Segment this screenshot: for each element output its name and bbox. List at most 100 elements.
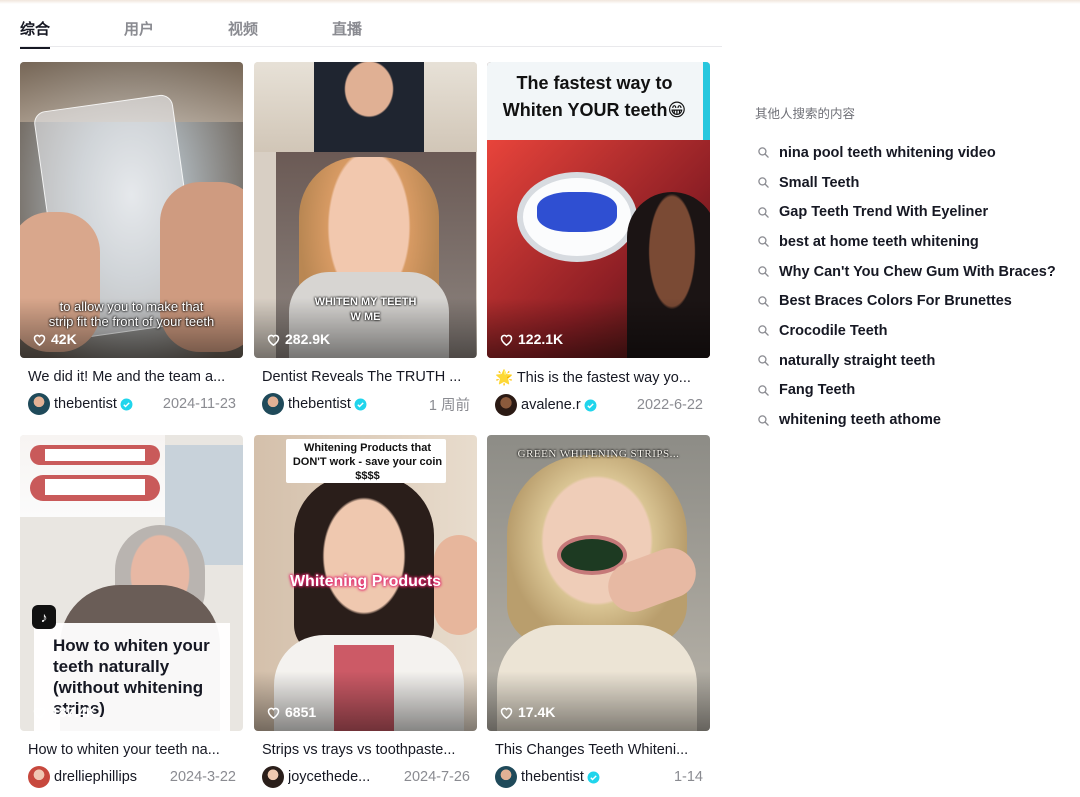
related-search-label: Crocodile Teeth (779, 322, 888, 339)
video-thumbnail[interactable]: WHITEN MY TEETH W ME 282.9K (254, 62, 477, 358)
video-title[interactable]: Strips vs trays vs toothpaste... (262, 742, 472, 758)
video-meta: thebentist 2024-11-23 (28, 393, 236, 415)
video-card[interactable]: to allow you to make that strip fit the … (20, 62, 243, 415)
avatar[interactable] (28, 766, 50, 788)
video-meta: thebentist 1-14 (495, 766, 703, 788)
video-card[interactable]: The fastest way to Whiten YOUR teeth😁 12… (487, 62, 710, 416)
video-caption: GREEN WHITENING STRIPS... (517, 448, 680, 460)
related-search-item[interactable]: naturally straight teeth (757, 346, 1077, 376)
video-title[interactable]: Dentist Reveals The TRUTH ... (262, 369, 472, 385)
related-search-item[interactable]: Small Teeth (757, 168, 1077, 198)
username[interactable]: drelliephillips (54, 769, 137, 785)
video-card[interactable]: ♪ How to whiten your teeth naturally (wi… (20, 435, 243, 788)
search-icon (758, 266, 769, 277)
likes-count: 17.4K (499, 704, 555, 720)
likes-count: 187.4K (32, 704, 96, 720)
tab-live[interactable]: 直播 (332, 18, 362, 39)
likes-value: 122.1K (518, 331, 564, 347)
video-title[interactable]: 🌟 This is the fastest way yo... (495, 369, 705, 386)
search-icon (758, 206, 769, 218)
video-caption: WHITEN MY TEETH W ME (314, 296, 417, 323)
username[interactable]: thebentist (521, 769, 584, 785)
search-icon (758, 355, 769, 366)
related-search-item[interactable]: Why Can't You Chew Gum With Braces? (757, 257, 1077, 287)
video-card[interactable]: WHITEN MY TEETH W ME 282.9K Dentist Reve… (254, 62, 477, 415)
related-search-label: naturally straight teeth (779, 352, 936, 369)
post-date: 2024-11-23 (162, 396, 236, 412)
likes-value: 6851 (285, 704, 317, 720)
video-thumbnail[interactable]: GREEN WHITENING STRIPS... 17.4K (487, 435, 710, 731)
verified-badge-icon (120, 398, 133, 410)
tab-comprehensive[interactable]: 综合 (20, 18, 51, 49)
username[interactable]: avalene.r (521, 397, 581, 413)
video-thumbnail[interactable]: ♪ How to whiten your teeth naturally (wi… (20, 435, 243, 731)
search-icon (758, 236, 769, 248)
avatar[interactable] (262, 393, 284, 415)
likes-count: 6851 (266, 704, 316, 720)
avatar[interactable] (495, 766, 517, 788)
video-title[interactable]: How to whiten your teeth na... (28, 742, 238, 758)
likes-value: 42K (51, 331, 77, 347)
likes-value: 282.9K (285, 331, 331, 347)
likes-count: 282.9K (266, 331, 330, 347)
related-search-item[interactable]: Crocodile Teeth (757, 316, 1077, 346)
tab-videos[interactable]: 视频 (228, 18, 258, 39)
heart-outline-icon (267, 334, 280, 346)
video-meta: joycethede... 2024-7-26 (262, 766, 470, 788)
related-search-item[interactable]: nina pool teeth whitening video (757, 138, 1077, 168)
video-thumbnail[interactable]: to allow you to make that strip fit the … (20, 62, 243, 358)
video-thumbnail[interactable]: The fastest way to Whiten YOUR teeth😁 12… (487, 62, 710, 358)
video-caption: Whitening Products that DON'T work - sav… (292, 442, 443, 482)
heart-outline-icon (500, 707, 513, 719)
video-title[interactable]: We did it! Me and the team a... (28, 369, 238, 385)
video-meta: drelliephillips 2024-3-22 (28, 766, 236, 788)
heart-outline-icon (500, 334, 513, 346)
search-icon (758, 296, 769, 307)
likes-count: 42K (32, 331, 77, 347)
related-search-label: Small Teeth (779, 174, 860, 191)
thumbnail-shade (487, 298, 710, 358)
related-search-item[interactable]: best at home teeth whitening (757, 227, 1077, 257)
verified-badge-icon (587, 771, 600, 783)
thumbnail-shade (254, 671, 477, 731)
related-search-item[interactable]: Best Braces Colors For Brunettes (757, 286, 1077, 316)
related-search-item[interactable]: whitening teeth athome (757, 405, 1077, 435)
post-date: 1 周前 (428, 397, 470, 414)
related-search-label: Why Can't You Chew Gum With Braces? (779, 263, 1056, 280)
avatar[interactable] (495, 394, 517, 416)
search-icon (758, 177, 769, 188)
video-caption: The fastest way to Whiten YOUR teeth😁 (502, 73, 687, 120)
video-caption: to allow you to make that strip fit the … (48, 299, 215, 329)
username[interactable]: thebentist (288, 396, 351, 412)
username[interactable]: joycethede... (288, 769, 370, 785)
related-search-label: whitening teeth athome (779, 412, 941, 429)
video-card[interactable]: GREEN WHITENING STRIPS... 17.4K This Cha… (487, 435, 710, 788)
username[interactable]: thebentist (54, 396, 117, 412)
tiktok-logo-icon: ♪ (32, 605, 56, 629)
search-icon (758, 414, 769, 426)
video-meta: thebentist 1 周前 (262, 393, 470, 415)
post-date: 2024-3-22 (169, 769, 236, 785)
video-title[interactable]: This Changes Teeth Whiteni... (495, 742, 705, 758)
video-meta: avalene.r 2022-6-22 (495, 394, 703, 416)
thumbnail-shade (487, 671, 710, 731)
verified-badge-icon (584, 399, 597, 411)
avatar[interactable] (262, 766, 284, 788)
verified-badge-icon (354, 398, 367, 410)
tab-users[interactable]: 用户 (124, 18, 154, 39)
related-search-item[interactable]: Fang Teeth (757, 376, 1077, 406)
heart-outline-icon (267, 707, 280, 719)
related-search-item[interactable]: Gap Teeth Trend With Eyeliner (757, 197, 1077, 227)
likes-value: 187.4K (51, 704, 97, 720)
search-icon (758, 325, 769, 337)
top-border (0, 0, 1080, 4)
video-card[interactable]: Whitening Products that DON'T work - sav… (254, 435, 477, 788)
video-overlay-text: Whitening Products (289, 573, 442, 590)
video-thumbnail[interactable]: Whitening Products that DON'T work - sav… (254, 435, 477, 731)
likes-value: 17.4K (518, 704, 556, 720)
search-icon (758, 147, 769, 159)
search-icon (758, 385, 769, 396)
related-search-label: Gap Teeth Trend With Eyeliner (779, 204, 989, 221)
post-date: 2024-7-26 (403, 769, 470, 785)
avatar[interactable] (28, 393, 50, 415)
